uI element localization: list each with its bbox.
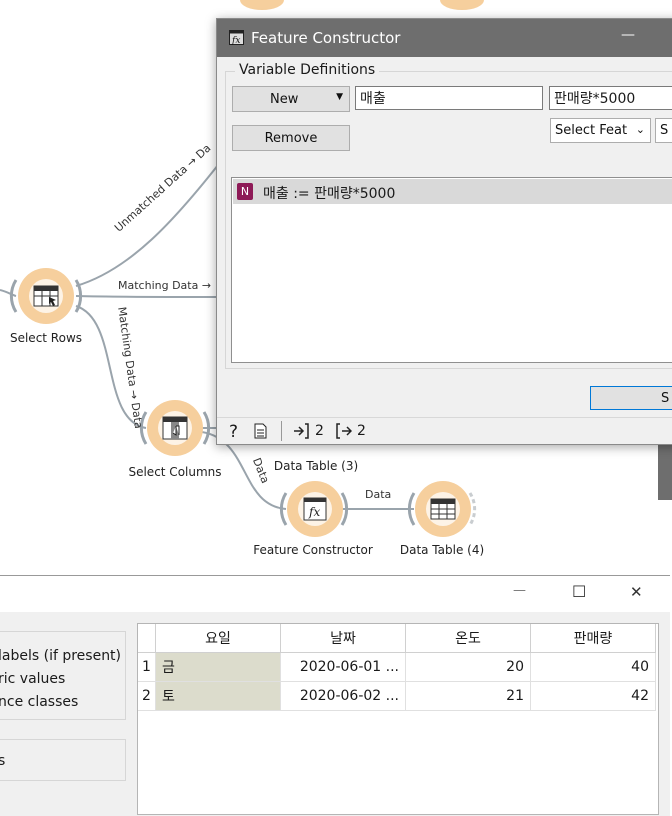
svg-text:fx: fx xyxy=(308,505,320,519)
variables-list[interactable]: N 매출 := 판매량*5000 xyxy=(231,177,672,363)
feature-constructor-label: Feature Constructor xyxy=(253,543,373,557)
remove-button[interactable]: Remove xyxy=(232,125,350,151)
feature-constructor-window: fx Feature Constructor — Variable Defini… xyxy=(216,18,672,445)
column-header[interactable]: 날짜 xyxy=(281,624,406,653)
select-columns-label: Select Columns xyxy=(128,465,222,479)
data-table-4-label: Data Table (4) xyxy=(399,543,485,557)
dropdown-arrow-icon: ▼ xyxy=(336,92,343,102)
variable-name-input[interactable]: 매출 xyxy=(355,86,543,110)
select-rows-widget[interactable] xyxy=(18,268,74,324)
link-matching[interactable] xyxy=(75,295,221,298)
option-numeric-values[interactable]: ric values xyxy=(0,671,65,687)
close-button[interactable]: ✕ xyxy=(630,583,643,601)
row-index[interactable]: 2 xyxy=(138,682,156,711)
fx-icon: fx xyxy=(229,30,244,49)
column-header[interactable]: 온도 xyxy=(406,624,531,653)
feature-constructor-widget[interactable]: fx xyxy=(287,481,343,537)
corner-header[interactable] xyxy=(138,624,156,653)
variable-expression: 매출 := 판매량*5000 xyxy=(263,186,396,202)
output-count: 2 xyxy=(357,423,366,439)
select-columns-icon xyxy=(158,411,192,445)
table-cell[interactable]: 21 xyxy=(406,682,531,711)
options-group: labels (if present) ric values nce class… xyxy=(0,631,126,720)
chevron-down-icon: ⌄ xyxy=(635,123,645,136)
variable-item[interactable]: N 매출 := 판매량*5000 xyxy=(233,179,672,204)
expression-input[interactable]: 판매량*5000 xyxy=(549,86,672,110)
table-cell[interactable]: 2020-06-01 ... xyxy=(281,653,406,682)
input-icon xyxy=(293,423,309,443)
row-index[interactable]: 1 xyxy=(138,653,156,682)
options-group-2: s xyxy=(0,739,126,781)
data-table-title-bar[interactable]: — ☐ ✕ xyxy=(0,576,670,612)
table-cell[interactable]: 금 xyxy=(156,653,281,682)
select-rows-icon xyxy=(29,279,63,313)
link-label-matching: Matching Data → xyxy=(118,279,212,292)
new-label: New xyxy=(270,91,299,107)
table-cell[interactable]: 20 xyxy=(406,653,531,682)
fx-icon: fx xyxy=(298,492,332,526)
maximize-button[interactable]: ☐ xyxy=(572,582,586,601)
table-icon xyxy=(426,492,460,526)
data-table[interactable]: 요일 날짜 온도 판매량 1 금 2020-06-01 ... 20 40 2 … xyxy=(137,623,659,815)
table-cell[interactable]: 토 xyxy=(156,682,281,711)
new-button[interactable]: New ▼ xyxy=(232,86,350,112)
svg-text:fx: fx xyxy=(231,36,240,45)
minimize-button[interactable]: — xyxy=(621,27,635,43)
data-table-4-widget[interactable] xyxy=(415,481,471,537)
link-label-fc-dt: Data xyxy=(365,488,392,501)
link-unmatched[interactable] xyxy=(75,159,223,287)
table-cell[interactable]: 40 xyxy=(531,653,656,682)
send-button[interactable]: S xyxy=(590,386,672,410)
table-cell[interactable]: 42 xyxy=(531,682,656,711)
option-show-labels[interactable]: labels (if present) xyxy=(0,648,121,664)
status-separator xyxy=(217,417,672,418)
column-header[interactable]: 요일 xyxy=(156,624,281,653)
data-table-window: — ☐ ✕ labels (if present) ric values nce… xyxy=(0,575,670,816)
output-icon xyxy=(336,423,353,443)
window-title-bar[interactable]: fx Feature Constructor — xyxy=(217,19,672,57)
select-columns-widget[interactable] xyxy=(147,400,203,456)
select-rows-label: Select Rows xyxy=(9,331,83,345)
report-icon[interactable] xyxy=(254,423,267,443)
window-title: Feature Constructor xyxy=(251,29,401,47)
group-title: Variable Definitions xyxy=(235,62,380,78)
option-extra[interactable]: s xyxy=(0,753,5,769)
option-instance-classes[interactable]: nce classes xyxy=(0,694,78,710)
table-cell[interactable]: 2020-06-02 ... xyxy=(281,682,406,711)
data-table-3-label: Data Table (3) xyxy=(273,459,359,473)
column-header[interactable]: 판매량 xyxy=(531,624,656,653)
status-divider xyxy=(281,421,282,441)
select-feature-label: Select Feat xyxy=(555,123,628,138)
input-count: 2 xyxy=(315,423,324,439)
select-feature-dropdown[interactable]: Select Feat ⌄ xyxy=(550,118,651,143)
help-icon[interactable]: ? xyxy=(229,422,238,442)
numeric-badge: N xyxy=(237,183,253,200)
canvas-scrollbar[interactable] xyxy=(658,440,672,500)
minimize-button[interactable]: — xyxy=(513,583,526,598)
select-function-dropdown[interactable]: S xyxy=(655,118,672,143)
